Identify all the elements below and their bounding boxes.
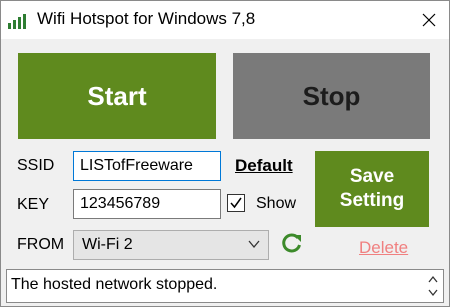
save-setting-button[interactable]: Save Setting	[315, 151, 429, 227]
refresh-icon[interactable]	[281, 232, 303, 254]
show-label[interactable]: Show	[256, 195, 296, 213]
status-bar: The hosted network stopped.	[6, 269, 444, 303]
from-select-value: Wi-Fi 2	[82, 236, 133, 253]
from-select[interactable]: Wi-Fi 2	[73, 230, 269, 260]
chevron-down-icon	[248, 240, 260, 249]
scroll-spinner-icon[interactable]	[427, 274, 439, 298]
start-button[interactable]: Start	[18, 53, 216, 139]
from-label: FROM	[17, 236, 65, 253]
delete-link[interactable]: Delete	[359, 238, 408, 258]
window-title: Wifi Hotspot for Windows 7,8	[37, 9, 256, 28]
key-input[interactable]	[73, 189, 221, 219]
close-button[interactable]	[409, 1, 449, 39]
checkmark-icon	[230, 197, 242, 209]
save-button-line2: Setting	[339, 190, 405, 211]
ssid-label: SSID	[17, 157, 55, 174]
title-bar: Wifi Hotspot for Windows 7,8	[1, 1, 449, 39]
signal-icon	[8, 14, 26, 29]
default-link[interactable]: Default	[235, 156, 293, 176]
key-label: KEY	[17, 196, 50, 213]
save-button-line1: Save	[349, 166, 395, 187]
stop-button[interactable]: Stop	[233, 53, 430, 139]
ssid-input[interactable]	[73, 151, 221, 181]
close-icon	[422, 13, 436, 27]
show-checkbox[interactable]	[227, 194, 245, 212]
app-window: Wifi Hotspot for Windows 7,8 Start Stop …	[0, 0, 450, 307]
status-text: The hosted network stopped.	[11, 276, 218, 293]
